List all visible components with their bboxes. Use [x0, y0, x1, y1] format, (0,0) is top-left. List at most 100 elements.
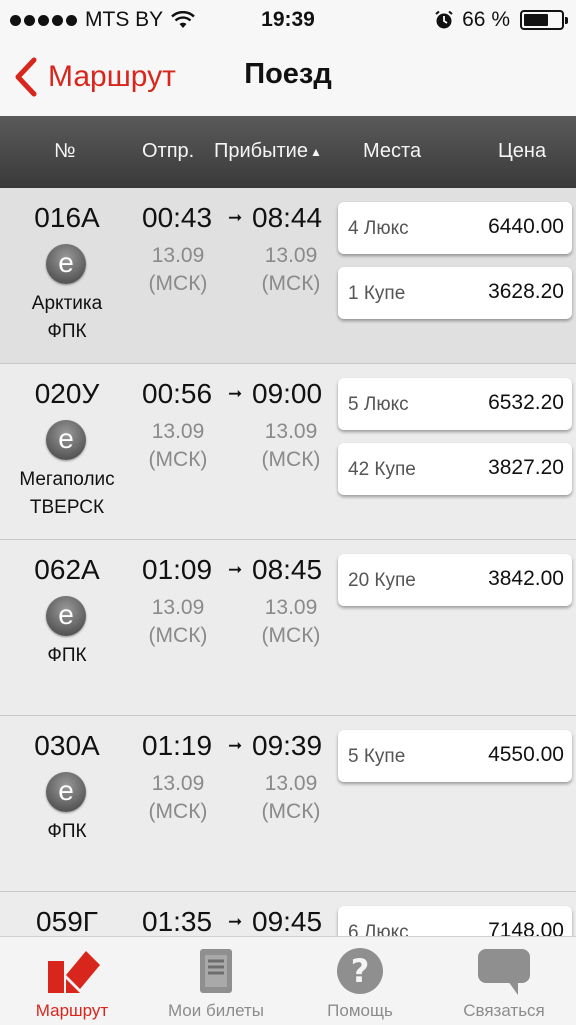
fare-price: 6532.20 — [488, 391, 564, 414]
fare-seats: 20 Купе — [348, 570, 416, 591]
arrival-date: 13.09 (МСК) — [251, 594, 331, 650]
train-row[interactable]: 030А e ФПК 01:19 ➞ 09:39 13.09 (МСК) 13.0… — [0, 716, 576, 892]
e-ticket-icon: e — [46, 244, 86, 284]
date-text: 13.09 — [151, 420, 205, 443]
column-arrival[interactable]: Прибытие ▲ — [214, 140, 322, 163]
train-number: 030А — [34, 730, 100, 761]
page-title: Поезд — [244, 58, 332, 90]
arrival-time: 09:45 — [252, 906, 323, 936]
tab-route[interactable]: Маршрут — [0, 937, 144, 1025]
column-price[interactable]: Цена — [498, 140, 546, 163]
navigation-bar: Маршрут Поезд — [0, 40, 576, 116]
arrival-date: 13.09 (МСК) — [251, 242, 331, 298]
timezone-text: (МСК) — [148, 800, 208, 823]
fare-seats: 5 Люкс — [348, 394, 409, 415]
train-list[interactable]: 016А e Арктика ФПК 00:43 ➞ 08:44 13.09 (М… — [0, 188, 576, 936]
fare-seats: 5 Купе — [348, 746, 406, 767]
train-carrier: ФПК — [0, 642, 134, 670]
arrival-time: 08:44 — [252, 202, 323, 233]
column-header: № Отпр. Прибытие ▲ Места Цена — [0, 116, 576, 188]
e-ticket-icon: e — [46, 420, 86, 460]
carrier-line: Мегаполис — [19, 469, 115, 490]
timezone-text: (МСК) — [261, 272, 321, 295]
column-seats[interactable]: Места — [363, 140, 421, 163]
fare-seats: 1 Купе — [348, 283, 406, 304]
arrival-date: 13.09 (МСК) — [251, 770, 331, 826]
tab-bar: Маршрут Мои билеты ? Помощь Связаться — [0, 936, 576, 1025]
arrow-right-icon: ➞ — [228, 736, 243, 755]
column-departure[interactable]: Отпр. — [142, 140, 194, 163]
arrow-right-icon: ➞ — [228, 560, 243, 579]
date-text: 13.09 — [151, 244, 205, 267]
departure-time: 01:35 — [142, 906, 213, 936]
departure-date: 13.09 (МСК) — [138, 242, 218, 298]
sort-ascending-icon: ▲ — [309, 144, 322, 159]
date-text: 13.09 — [151, 596, 205, 619]
date-text: 13.09 — [264, 596, 318, 619]
tab-label: Связаться — [463, 1001, 545, 1020]
e-ticket-icon: e — [46, 772, 86, 812]
fare-button[interactable]: 5 Люкс 6532.20 — [338, 378, 572, 430]
tab-help[interactable]: ? Помощь — [288, 937, 432, 1025]
fare-price: 4550.00 — [488, 743, 564, 766]
fare-button[interactable]: 5 Купе 4550.00 — [338, 730, 572, 782]
fare-price: 7148.00 — [488, 919, 564, 936]
carrier-line: ФПК — [47, 645, 87, 666]
train-number: 062А — [34, 554, 100, 585]
fare-button[interactable]: 42 Купе 3827.20 — [338, 443, 572, 495]
fare-seats: 6 Люкс — [348, 922, 409, 936]
train-row[interactable]: 020У e Мегаполис ТВЕРСК 00:56 ➞ 09:00 13… — [0, 364, 576, 540]
route-logo-icon — [48, 951, 100, 993]
train-number: 016А — [34, 202, 100, 233]
column-arrival-label: Прибытие — [214, 140, 308, 162]
tickets-icon — [200, 949, 232, 993]
arrival-time: 09:00 — [252, 378, 323, 409]
fare-price: 3842.00 — [488, 567, 564, 590]
arrow-right-icon: ➞ — [228, 384, 243, 403]
timezone-text: (МСК) — [261, 448, 321, 471]
arrival-time: 08:45 — [252, 554, 323, 585]
carrier-line: Арктика — [31, 293, 103, 314]
battery-percent: 66 % — [462, 8, 510, 31]
fare-button[interactable]: 6 Люкс 7148.00 — [338, 906, 572, 936]
carrier-line: ФПК — [47, 821, 87, 842]
timezone-text: (МСК) — [261, 624, 321, 647]
svg-text:?: ? — [351, 952, 370, 990]
tab-label: Маршрут — [35, 1001, 109, 1020]
fare-button[interactable]: 20 Купе 3842.00 — [338, 554, 572, 606]
arrow-right-icon: ➞ — [228, 912, 243, 931]
chat-bubble-icon — [478, 949, 530, 995]
help-icon: ? — [337, 948, 383, 994]
alarm-icon — [435, 10, 453, 29]
timezone-text: (МСК) — [148, 624, 208, 647]
carrier-line: ФПК — [47, 321, 87, 342]
departure-date: 13.09 (МСК) — [138, 418, 218, 474]
tab-contact[interactable]: Связаться — [432, 937, 576, 1025]
departure-date: 13.09 (МСК) — [138, 594, 218, 650]
arrival-date: 13.09 (МСК) — [251, 418, 331, 474]
date-text: 13.09 — [264, 244, 318, 267]
date-text: 13.09 — [151, 772, 205, 795]
train-carrier: Арктика ФПК — [0, 290, 134, 346]
column-number[interactable]: № — [54, 140, 75, 163]
battery-icon — [520, 10, 568, 30]
fare-seats: 4 Люкс — [348, 218, 409, 239]
status-bar: MTS BY 19:39 66 % — [0, 0, 576, 40]
departure-time: 01:19 — [142, 730, 213, 761]
fare-button[interactable]: 4 Люкс 6440.00 — [338, 202, 572, 254]
date-text: 13.09 — [264, 772, 318, 795]
train-row[interactable]: 062А e ФПК 01:09 ➞ 08:45 13.09 (МСК) 13.0… — [0, 540, 576, 716]
carrier-line: ТВЕРСК — [29, 497, 105, 518]
fare-price: 3628.20 — [488, 280, 564, 303]
fare-button[interactable]: 1 Купе 3628.20 — [338, 267, 572, 319]
train-number: 059Г — [36, 906, 98, 936]
fare-price: 3827.20 — [488, 456, 564, 479]
train-row[interactable]: 059Г 01:35 ➞ 09:45 6 Люкс 7148.00 — [0, 892, 576, 936]
tab-my-tickets[interactable]: Мои билеты — [144, 937, 288, 1025]
train-row[interactable]: 016А e Арктика ФПК 00:43 ➞ 08:44 13.09 (М… — [0, 188, 576, 364]
arrow-right-icon: ➞ — [228, 208, 243, 227]
timezone-text: (МСК) — [148, 272, 208, 295]
departure-time: 01:09 — [142, 554, 213, 585]
timezone-text: (МСК) — [148, 448, 208, 471]
tab-label: Помощь — [327, 1001, 393, 1020]
